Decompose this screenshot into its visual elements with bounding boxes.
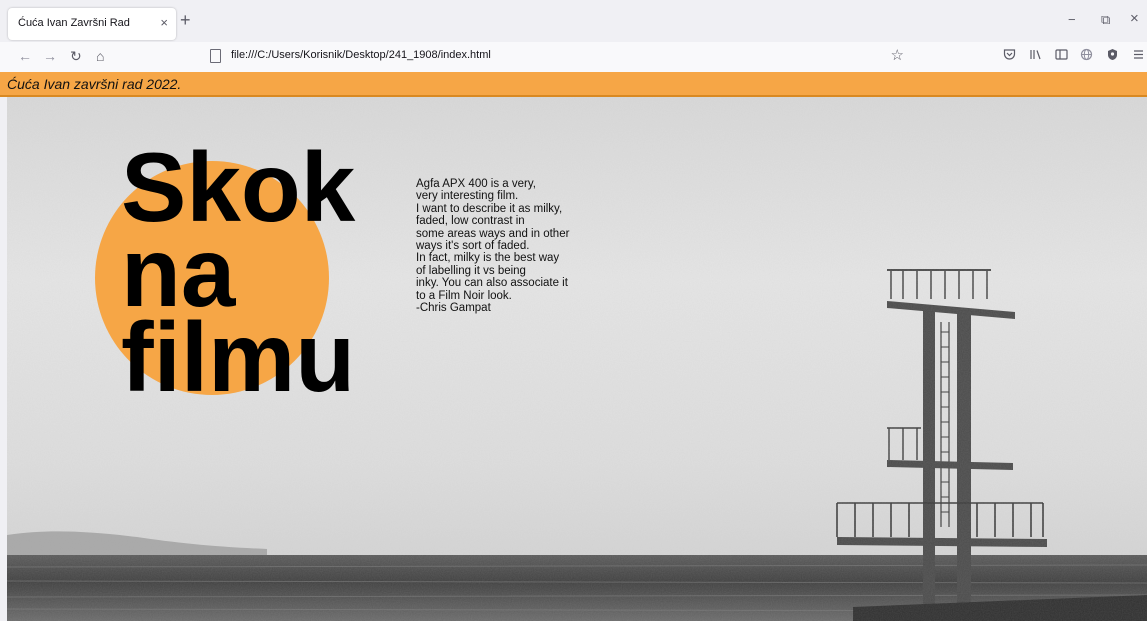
page-header-bar: Ćuća Ivan završni rad 2022. [0, 72, 1147, 97]
page-icon [210, 49, 221, 63]
tab-strip: Ćuća Ivan Završni Rad × + − ⧉ × [0, 0, 1147, 42]
close-tab-icon[interactable]: × [160, 15, 168, 31]
minimize-icon[interactable]: − [1068, 12, 1076, 27]
hero-section: Skok na filmu Agfa APX 400 is a very, ve… [7, 97, 1147, 621]
quote-line: I want to describe it as milky, [416, 202, 563, 215]
quote-line: In fact, milky is the best way [416, 252, 560, 265]
quote-author: -Chris Gampat [416, 302, 491, 315]
quote-line: ways it's sort of faded. [416, 240, 530, 253]
browser-window: Ćuća Ivan Završni Rad × + − ⧉ × ← → ↻ ⌂ … [0, 0, 1147, 621]
quote-line: inky. You can also associate it [416, 277, 568, 290]
tab-title: Ćuća Ivan Završni Rad [18, 17, 130, 29]
quote-line: of labelling it vs being [416, 264, 526, 277]
shield-icon[interactable] [1106, 48, 1119, 65]
new-tab-button[interactable]: + [180, 10, 191, 30]
quote-text: Agfa APX 400 is a very, very interesting… [416, 178, 616, 314]
menu-icon[interactable] [1133, 48, 1144, 64]
hero-title-line: filmu [121, 302, 356, 412]
globe-icon[interactable] [1080, 48, 1093, 65]
bookmark-star-icon[interactable]: ☆ [891, 46, 904, 64]
quote-line: Agfa APX 400 is a very, [416, 178, 536, 190]
hero-title: Skok na filmu [121, 138, 356, 412]
library-icon[interactable] [1029, 48, 1042, 65]
reload-icon[interactable]: ↻ [70, 47, 82, 65]
back-arrow-icon[interactable]: ← [18, 47, 32, 65]
pocket-icon[interactable] [1003, 48, 1016, 65]
quote-line: very interesting film. [416, 190, 519, 203]
navigation-bar: ← → ↻ ⌂ file:///C:/Users/Korisnik/Deskto… [0, 42, 1147, 72]
sidebar-icon[interactable] [1055, 48, 1068, 65]
address-bar[interactable]: file:///C:/Users/Korisnik/Desktop/241_19… [200, 45, 920, 69]
browser-tab[interactable]: Ćuća Ivan Završni Rad × [8, 8, 176, 40]
close-window-icon[interactable]: × [1130, 10, 1139, 27]
quote-line: faded, low contrast in [416, 215, 525, 228]
forward-arrow-icon[interactable]: → [43, 47, 57, 65]
quote-line: to a Film Noir look. [416, 289, 512, 302]
home-icon[interactable]: ⌂ [96, 47, 104, 65]
restore-icon[interactable]: ⧉ [1101, 12, 1110, 28]
quote-line: some areas ways and in other [416, 227, 570, 240]
url-text[interactable]: file:///C:/Users/Korisnik/Desktop/241_19… [231, 49, 491, 61]
page-header-text: Ćuća Ivan završni rad 2022. [7, 76, 182, 92]
